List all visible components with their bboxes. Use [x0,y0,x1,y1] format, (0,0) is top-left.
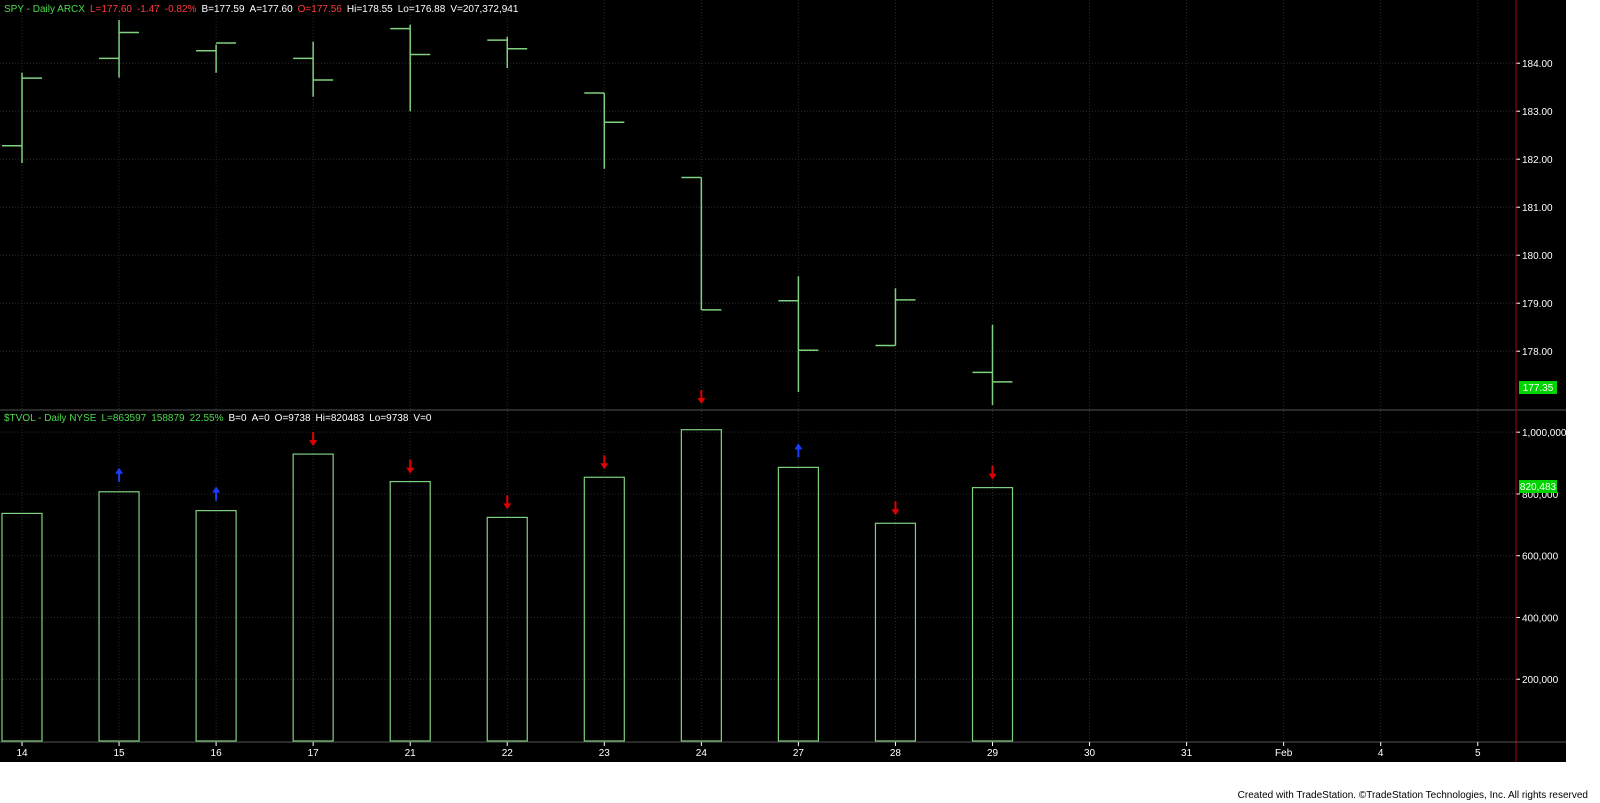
header-field: O=9738 [275,413,311,424]
price-last-value-label: 177.35 [1523,383,1554,394]
x-tick-label: 27 [793,748,805,759]
header-field: A=0 [252,413,271,424]
volume-y-tick-label: 400,000 [1522,613,1559,624]
x-tick-label: 5 [1475,748,1481,759]
header-field: L=863597 [101,413,146,424]
header-field: -1.47 [137,4,160,15]
price-y-tick-label: 180.00 [1522,251,1553,262]
price-y-tick-label: 182.00 [1522,155,1553,166]
header-field: L=177.60 [90,4,132,15]
header-field: SPY - Daily ARCX [4,4,85,15]
price-panel-header: SPY - Daily ARCX L=177.60 -1.47 -0.82% B=177… [4,4,519,15]
tradestation-chart: 178.00 179.00 180.00 181.00 182.00 183.00 184.… [0,0,1567,762]
x-tick-label: 23 [599,748,611,759]
header-field: Lo=9738 [369,413,409,424]
x-tick-label: 17 [308,748,320,759]
volume-y-tick-label: 200,000 [1522,675,1559,686]
volume-last-value-label: 820,483 [1520,482,1557,493]
header-field: 22.55% [190,413,224,424]
x-tick-label: 29 [987,748,999,759]
x-tick-label: 22 [502,748,514,759]
header-field: B=177.59 [201,4,245,15]
x-tick-label: 16 [211,748,223,759]
x-tick-label: 15 [113,748,125,759]
price-y-tick-label: 179.00 [1522,299,1553,310]
header-field: -0.82% [165,4,197,15]
x-tick-label: 24 [696,748,708,759]
volume-y-tick-label: 600,000 [1522,552,1559,563]
volume-last-value-tag: 820,483 [1519,480,1557,493]
tradestation-credit: Created with TradeStation. ©TradeStation… [1237,790,1588,801]
price-y-tick-label: 184.00 [1522,59,1553,70]
x-tick-label: 28 [890,748,902,759]
header-field: Hi=820483 [316,413,365,424]
header-field: 158879 [151,413,185,424]
x-tick-label: 14 [16,748,28,759]
volume-y-tick-label: 1,000,000 [1522,428,1567,439]
header-field: B=0 [229,413,248,424]
x-tick-label: 4 [1378,748,1384,759]
x-tick-label: 21 [405,748,417,759]
header-field: O=177.56 [298,4,343,15]
price-y-tick-label: 183.00 [1522,107,1553,118]
header-field: $TVOL - Daily NYSE [4,413,97,424]
x-tick-label: 31 [1181,748,1193,759]
x-tick-label: Feb [1275,748,1293,759]
price-last-value-tag: 177.35 [1519,381,1557,394]
plot-background [0,0,1516,762]
header-field: V=207,372,941 [450,4,519,15]
x-tick-label: 30 [1084,748,1096,759]
header-field: A=177.60 [250,4,294,15]
header-field: Hi=178.55 [347,4,393,15]
header-field: Lo=176.88 [398,4,446,15]
price-y-tick-label: 178.00 [1522,347,1553,358]
header-field: V=0 [413,413,432,424]
price-y-tick-label: 181.00 [1522,203,1553,214]
